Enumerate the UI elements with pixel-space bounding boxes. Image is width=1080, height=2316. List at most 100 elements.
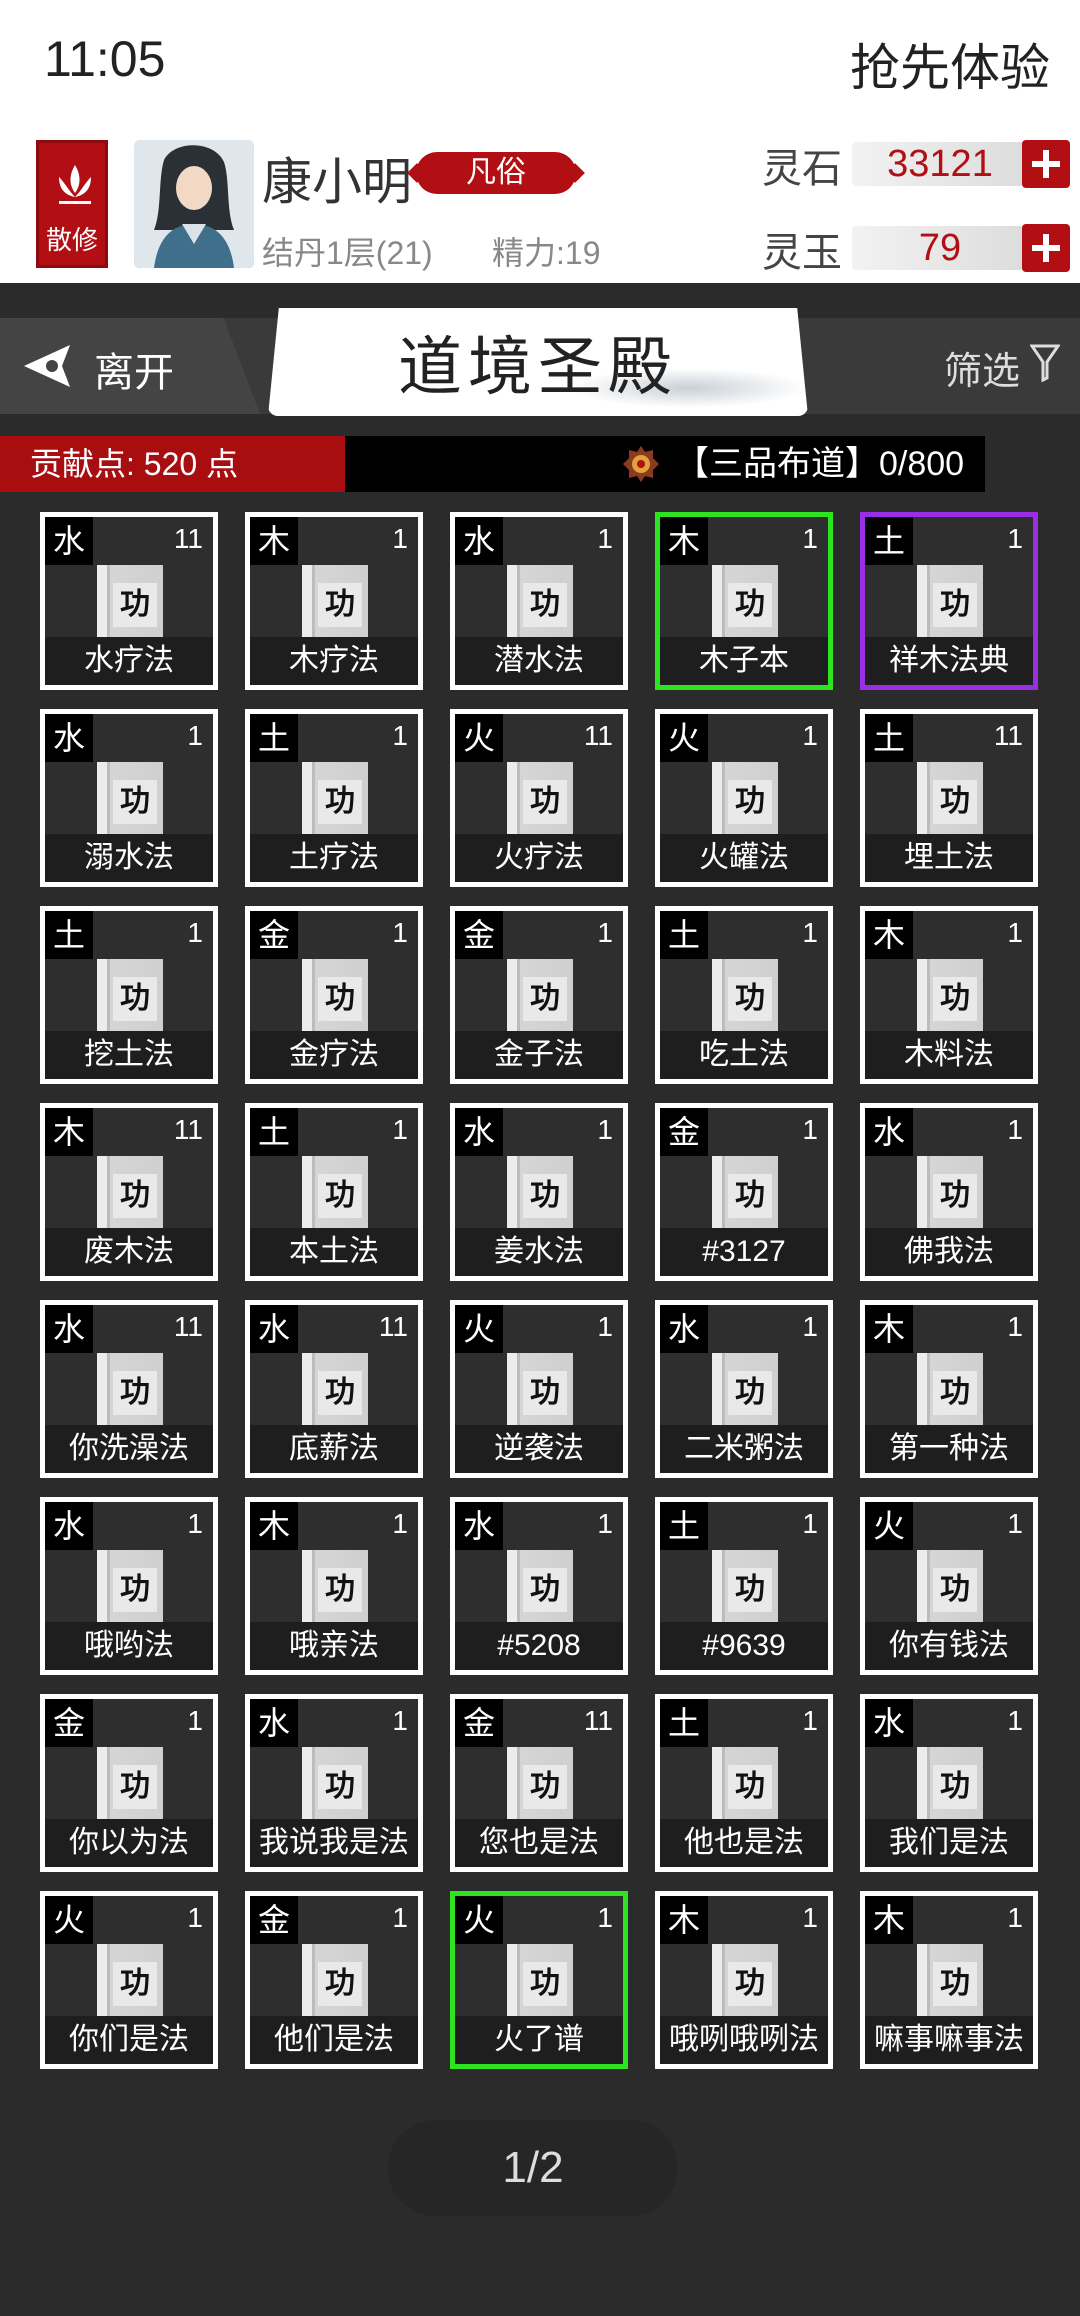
element-tag: 金 xyxy=(455,1699,503,1747)
avatar[interactable] xyxy=(134,140,254,268)
book-icon: 功 xyxy=(97,762,163,844)
book-icon: 功 xyxy=(712,762,778,844)
technique-card[interactable]: 火 1 功你们是法 xyxy=(40,1891,218,2069)
technique-card[interactable]: 土 11 功埋土法 xyxy=(860,709,1038,887)
technique-card[interactable]: 土 1 功土疗法 xyxy=(245,709,423,887)
technique-card[interactable]: 木 1 功木子本 xyxy=(655,512,833,690)
technique-name: 溺水法 xyxy=(45,834,213,882)
technique-name: 嘛事嘛事法 xyxy=(865,2016,1033,2064)
element-tag: 金 xyxy=(455,911,503,959)
book-icon: 功 xyxy=(712,565,778,647)
cultivation-realm: 结丹1层(21) xyxy=(262,235,433,271)
card-count: 1 xyxy=(187,720,203,751)
book-glyph: 功 xyxy=(523,780,567,824)
book-icon: 功 xyxy=(507,1550,573,1632)
technique-card[interactable]: 火 1 功火罐法 xyxy=(655,709,833,887)
technique-card[interactable]: 水 11 功你洗澡法 xyxy=(40,1300,218,1478)
technique-card[interactable]: 火 1 功逆袭法 xyxy=(450,1300,628,1478)
technique-card[interactable]: 木 1 功木疗法 xyxy=(245,512,423,690)
book-icon: 功 xyxy=(302,762,368,844)
card-count: 1 xyxy=(597,523,613,554)
book-icon: 功 xyxy=(97,959,163,1041)
technique-name: 土疗法 xyxy=(250,834,418,882)
lotus-icon xyxy=(59,165,91,204)
technique-card[interactable]: 木 1 功木料法 xyxy=(860,906,1038,1084)
technique-card[interactable]: 金 1 功 #3127 xyxy=(655,1103,833,1281)
technique-card[interactable]: 水 1 功 #5208 xyxy=(450,1497,628,1675)
card-count: 1 xyxy=(187,917,203,948)
element-tag: 金 xyxy=(250,911,298,959)
book-glyph: 功 xyxy=(728,780,772,824)
technique-card[interactable]: 金 1 功金子法 xyxy=(450,906,628,1084)
card-count: 1 xyxy=(392,1705,408,1736)
add-spirit-jade-button[interactable] xyxy=(1022,224,1070,272)
technique-card[interactable]: 火 11 功火疗法 xyxy=(450,709,628,887)
book-glyph: 功 xyxy=(113,1371,157,1415)
technique-card[interactable]: 水 1 功我们是法 xyxy=(860,1694,1038,1872)
book-glyph: 功 xyxy=(113,1765,157,1809)
technique-name: #9639 xyxy=(660,1622,828,1670)
technique-name: 木子本 xyxy=(660,637,828,685)
technique-card[interactable]: 土 1 功 #9639 xyxy=(655,1497,833,1675)
technique-card[interactable]: 火 1 功你有钱法 xyxy=(860,1497,1038,1675)
technique-card[interactable]: 水 1 功哦哟法 xyxy=(40,1497,218,1675)
filter-button[interactable]: 筛选 xyxy=(944,340,1020,395)
technique-card[interactable]: 水 1 功佛我法 xyxy=(860,1103,1038,1281)
technique-card[interactable]: 金 1 功金疗法 xyxy=(245,906,423,1084)
element-tag: 火 xyxy=(455,1896,503,1944)
technique-name: 吃土法 xyxy=(660,1031,828,1079)
card-count: 1 xyxy=(1007,1114,1023,1145)
technique-card[interactable]: 金 11 功您也是法 xyxy=(450,1694,628,1872)
technique-card[interactable]: 木 1 功嘛事嘛事法 xyxy=(860,1891,1038,2069)
technique-card[interactable]: 水 1 功溺水法 xyxy=(40,709,218,887)
technique-card[interactable]: 水 1 功潜水法 xyxy=(450,512,628,690)
book-icon: 功 xyxy=(97,1944,163,2026)
technique-name: 潜水法 xyxy=(455,637,623,685)
element-tag: 土 xyxy=(660,911,708,959)
book-icon: 功 xyxy=(917,762,983,844)
book-glyph: 功 xyxy=(113,977,157,1021)
leave-label[interactable]: 离开 xyxy=(94,340,174,398)
technique-name: 姜水法 xyxy=(455,1228,623,1276)
card-count: 1 xyxy=(597,1508,613,1539)
technique-card[interactable]: 水 11 功底薪法 xyxy=(245,1300,423,1478)
book-icon: 功 xyxy=(302,1156,368,1238)
book-glyph: 功 xyxy=(113,1962,157,2006)
element-tag: 土 xyxy=(865,517,913,565)
technique-card[interactable]: 土 1 功本土法 xyxy=(245,1103,423,1281)
book-icon: 功 xyxy=(507,959,573,1041)
element-tag: 水 xyxy=(45,517,93,565)
book-glyph: 功 xyxy=(523,583,567,627)
card-count: 11 xyxy=(173,523,203,554)
technique-card[interactable]: 水 11 功水疗法 xyxy=(40,512,218,690)
technique-card[interactable]: 木 1 功哦亲法 xyxy=(245,1497,423,1675)
technique-card[interactable]: 金 1 功你以为法 xyxy=(40,1694,218,1872)
book-icon: 功 xyxy=(507,565,573,647)
technique-card[interactable]: 土 1 功他也是法 xyxy=(655,1694,833,1872)
card-count: 1 xyxy=(1007,1508,1023,1539)
page-indicator[interactable]: 1/2 xyxy=(388,2120,678,2216)
technique-name: 第一种法 xyxy=(865,1425,1033,1473)
technique-card[interactable]: 水 1 功姜水法 xyxy=(450,1103,628,1281)
element-tag: 火 xyxy=(455,1305,503,1353)
technique-card[interactable]: 火 1 功火了谱 xyxy=(450,1891,628,2069)
technique-name: 我说我是法 xyxy=(250,1819,418,1867)
technique-card[interactable]: 土 1 功挖土法 xyxy=(40,906,218,1084)
technique-card[interactable]: 金 1 功他们是法 xyxy=(245,1891,423,2069)
technique-card[interactable]: 木 1 功第一种法 xyxy=(860,1300,1038,1478)
book-icon: 功 xyxy=(917,1353,983,1435)
element-tag: 土 xyxy=(250,714,298,762)
early-access-button[interactable]: 抢先体验 xyxy=(850,28,1050,100)
sect-badge[interactable]: 散修 xyxy=(36,140,108,268)
technique-card[interactable]: 水 1 功二米粥法 xyxy=(655,1300,833,1478)
technique-card[interactable]: 土 1 功祥木法典 xyxy=(860,512,1038,690)
add-spirit-stone-button[interactable] xyxy=(1022,140,1070,188)
technique-card[interactable]: 木 1 功哦咧哦咧法 xyxy=(655,1891,833,2069)
card-count: 11 xyxy=(173,1114,203,1145)
technique-name: 哦亲法 xyxy=(250,1622,418,1670)
technique-card[interactable]: 木 11 功废木法 xyxy=(40,1103,218,1281)
card-count: 1 xyxy=(187,1902,203,1933)
filter-icon[interactable] xyxy=(1030,344,1060,382)
technique-card[interactable]: 土 1 功吃土法 xyxy=(655,906,833,1084)
technique-card[interactable]: 水 1 功我说我是法 xyxy=(245,1694,423,1872)
